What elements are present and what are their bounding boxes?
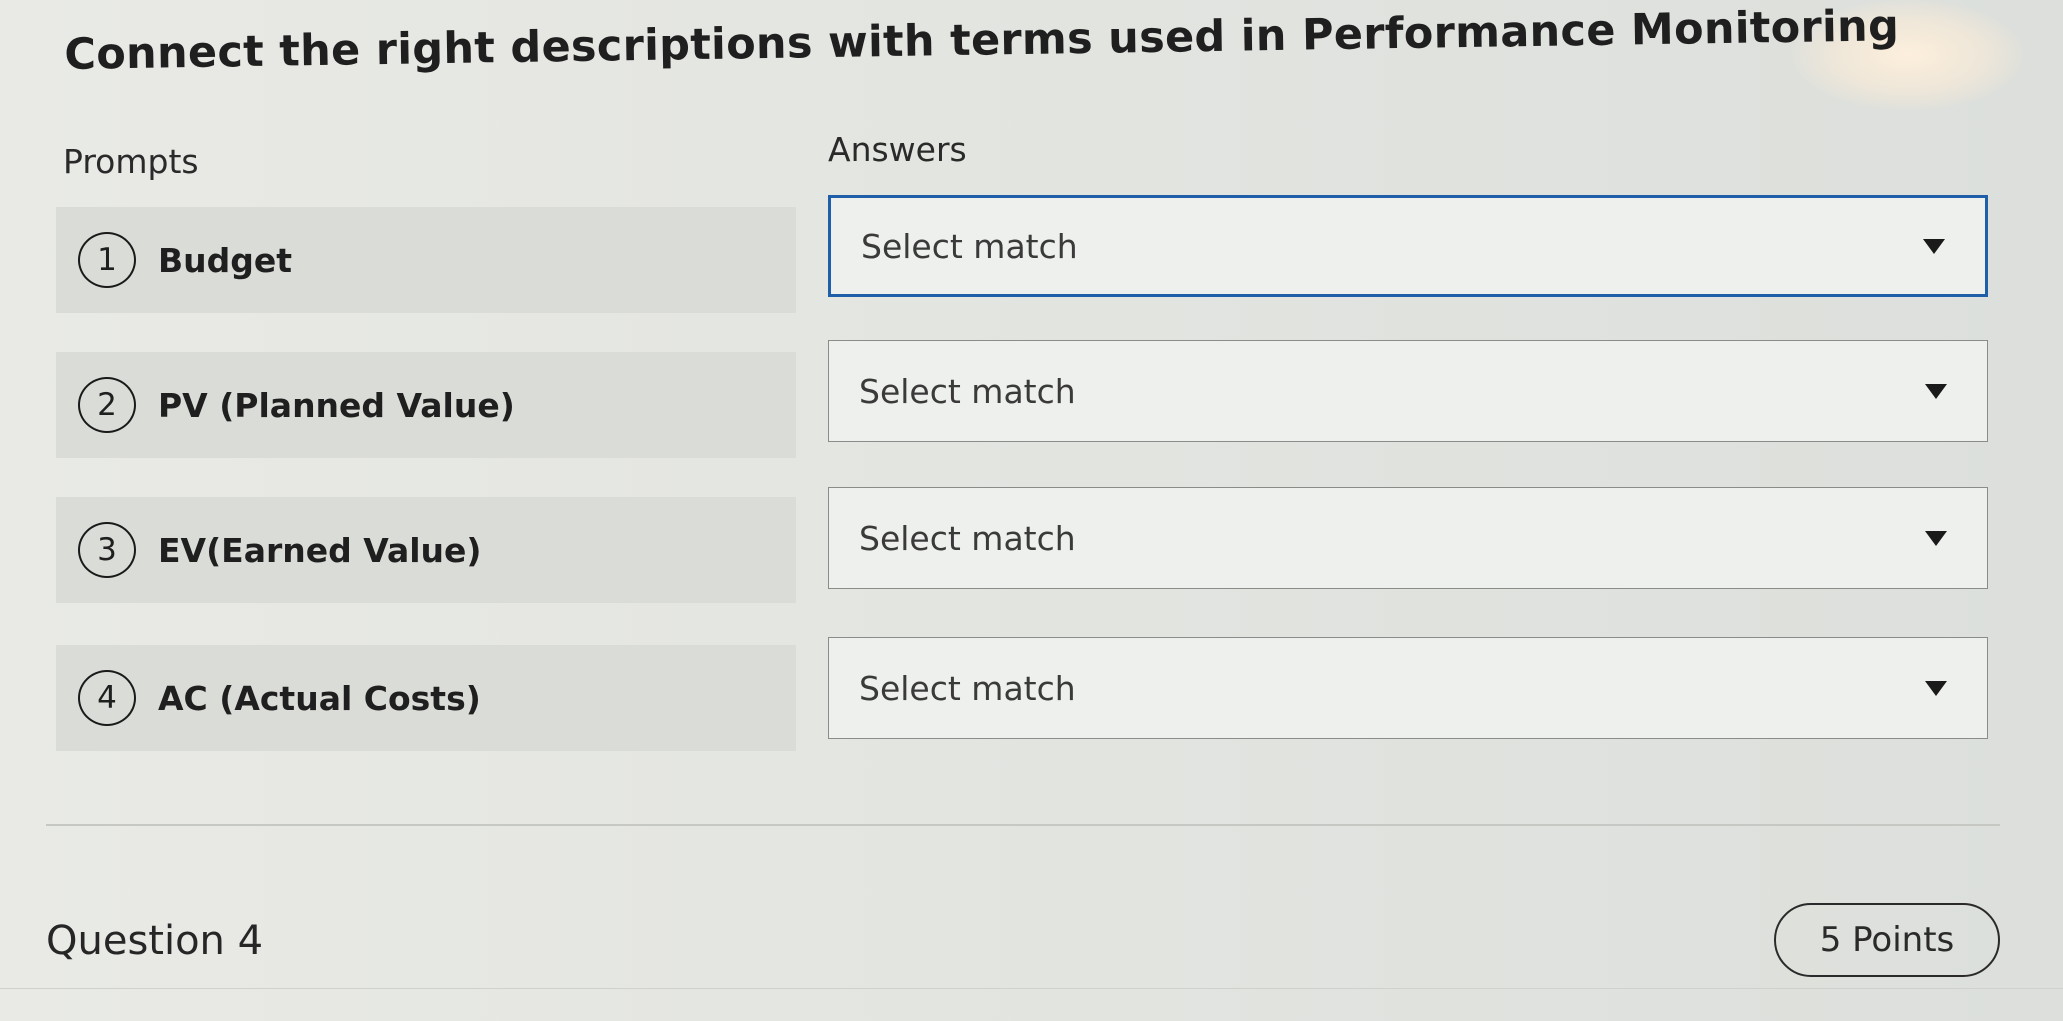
prompt-label: AC (Actual Costs) bbox=[158, 678, 481, 718]
chevron-down-icon bbox=[1925, 383, 1947, 399]
prompt-number-badge: 3 bbox=[78, 522, 136, 578]
prompt-label: Budget bbox=[158, 240, 293, 280]
answer-select-1[interactable]: Select match bbox=[828, 195, 1988, 297]
answer-select-4[interactable]: Select match bbox=[828, 637, 1988, 739]
answer-select-value: Select match bbox=[859, 371, 1076, 411]
prompt-row-1: 1 Budget bbox=[56, 207, 796, 313]
prompts-column-label: Prompts bbox=[63, 142, 199, 181]
answer-select-2[interactable]: Select match bbox=[828, 340, 1988, 442]
answer-select-3[interactable]: Select match bbox=[828, 487, 1988, 589]
answer-select-value: Select match bbox=[859, 518, 1076, 558]
prompt-row-3: 3 EV(Earned Value) bbox=[56, 497, 796, 603]
prompt-number-badge: 1 bbox=[78, 232, 136, 288]
prompt-row-2: 2 PV (Planned Value) bbox=[56, 352, 796, 458]
answer-select-value: Select match bbox=[859, 668, 1076, 708]
bottom-divider bbox=[0, 988, 2063, 989]
prompt-label: PV (Planned Value) bbox=[158, 385, 515, 425]
prompt-row-4: 4 AC (Actual Costs) bbox=[56, 645, 796, 751]
prompt-label: EV(Earned Value) bbox=[158, 530, 482, 570]
question-number-label: Question 4 bbox=[46, 918, 264, 964]
question-title: Connect the right descriptions with term… bbox=[64, 1, 1900, 80]
chevron-down-icon bbox=[1923, 238, 1945, 254]
prompt-number-badge: 2 bbox=[78, 377, 136, 433]
points-badge: 5 Points bbox=[1774, 903, 2000, 977]
answers-column-label: Answers bbox=[828, 130, 967, 169]
chevron-down-icon bbox=[1925, 680, 1947, 696]
answer-select-value: Select match bbox=[861, 226, 1078, 266]
section-divider bbox=[46, 824, 2000, 826]
prompt-number-badge: 4 bbox=[78, 670, 136, 726]
chevron-down-icon bbox=[1925, 530, 1947, 546]
